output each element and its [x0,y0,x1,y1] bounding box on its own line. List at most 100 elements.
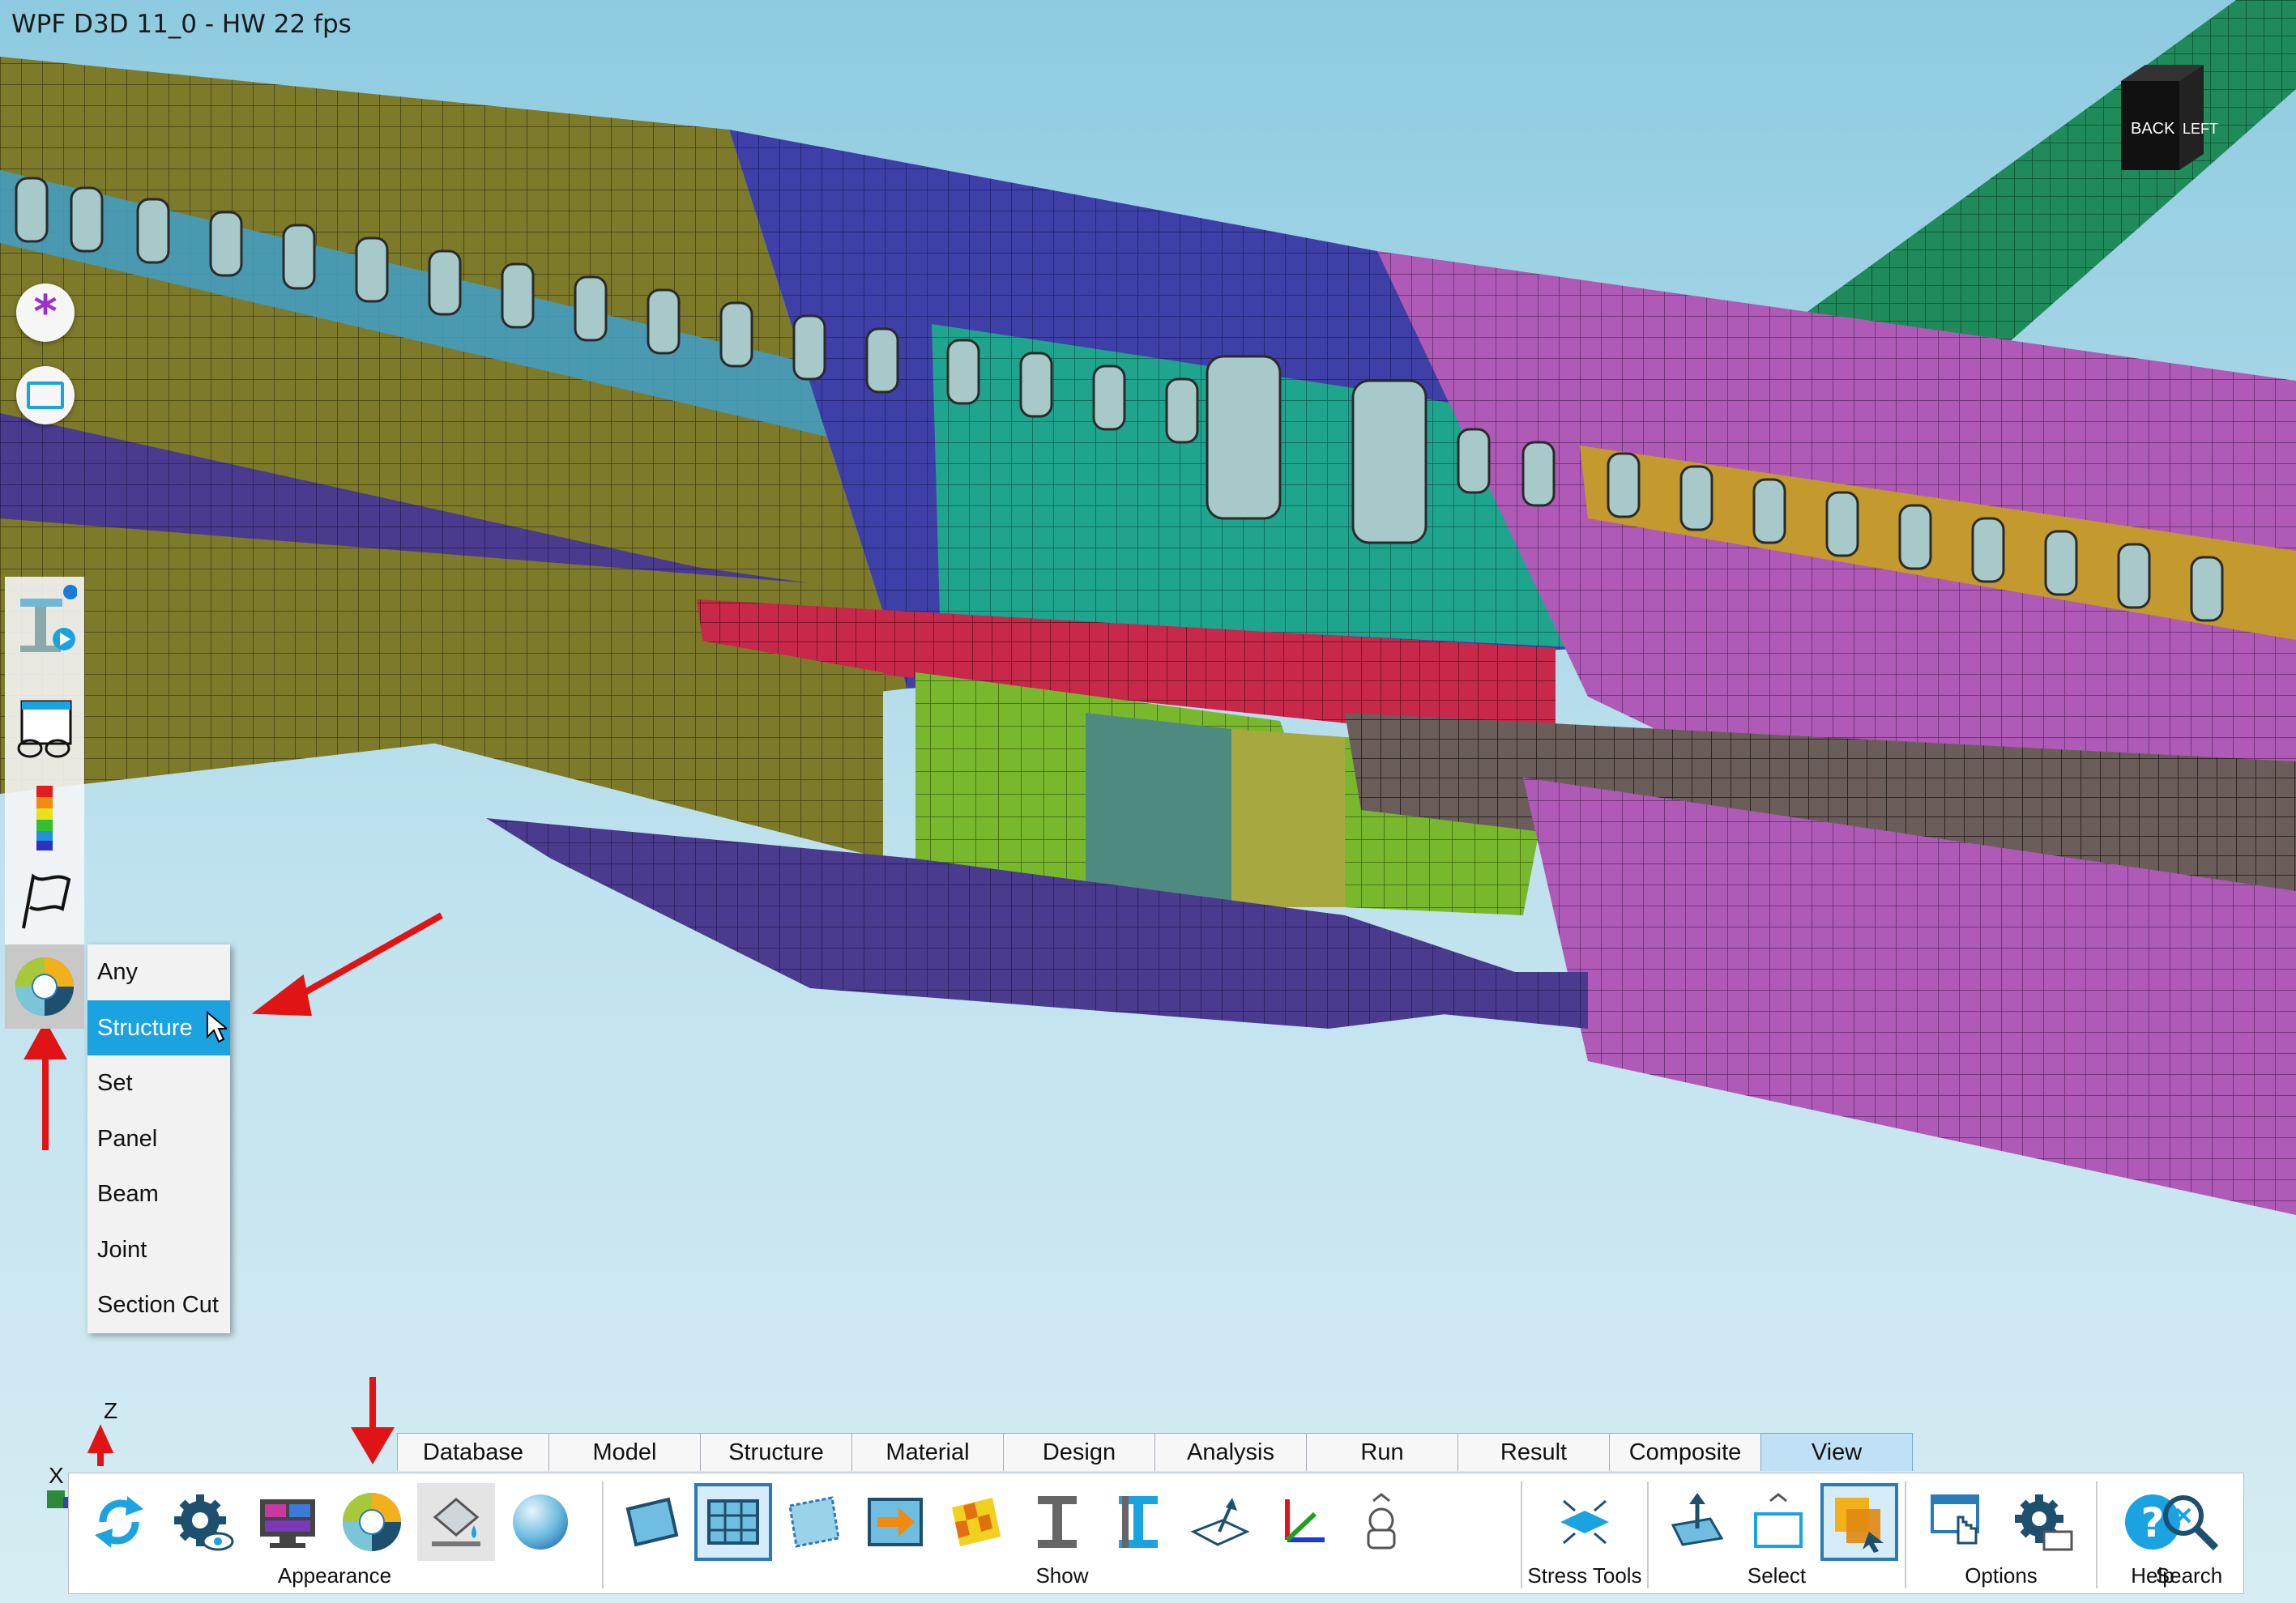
3d-viewport[interactable]: BACK LEFT [0,0,2296,1603]
sphere-icon [513,1494,568,1550]
select-structure-icon [1835,1498,1884,1553]
group-stress-tools: Stress Tools [1524,1473,1645,1593]
axes-icon [1285,1499,1325,1542]
display-button[interactable] [249,1483,326,1561]
menu-item-joint[interactable]: Joint [87,1222,230,1278]
flag-button[interactable] [5,859,84,943]
color-wheel-icon [343,1493,401,1551]
group-label-select: Select [1747,1563,1807,1588]
stress-tools-button[interactable] [1546,1483,1624,1561]
aircraft-fem-model[interactable]: BACK LEFT [0,0,2296,1603]
show-normal-button[interactable] [1180,1483,1258,1561]
search-icon [2163,1495,2219,1551]
show-beam-button[interactable] [1018,1483,1096,1561]
glasses-window-button[interactable] [5,689,84,773]
i-beam-icon [1038,1496,1077,1548]
menu-item-any[interactable]: Any [87,944,230,1000]
menu-item-section-cut[interactable]: Section Cut [87,1277,230,1333]
beam-play-button[interactable] [5,577,84,661]
select-rectangle-button[interactable] [1739,1483,1817,1561]
group-select: Select [1650,1473,1903,1593]
view-cube-left-label: LEFT [2183,121,2218,137]
tab-database[interactable]: Database [397,1433,549,1471]
ribbon-tabs: Database Model Structure Material Design Anal… [397,1433,1913,1473]
tab-material[interactable]: Material [851,1433,1004,1471]
color-legend-icon [36,786,53,851]
group-options: Options [1908,1473,2094,1593]
select-rect-icon [1754,1493,1803,1548]
axis-x-label: X [49,1463,64,1488]
color-by-menu: Any Structure Set Panel Beam Joint Section Cut [87,944,230,1333]
group-label-search: Search [2155,1563,2223,1588]
glasses-window-icon [17,700,72,758]
group-show: Show [605,1473,1519,1593]
select-structure-button[interactable] [1820,1483,1898,1561]
refresh-icon [95,1496,143,1548]
select-all-icon: * [33,286,58,339]
show-panel-button[interactable] [613,1483,691,1561]
tab-run[interactable]: Run [1306,1433,1458,1471]
group-label-show: Show [1035,1563,1089,1588]
mesh-icon [707,1499,759,1545]
group-label-stress-tools: Stress Tools [1527,1563,1642,1588]
ribbon-separator [602,1481,604,1588]
tab-view[interactable]: View [1760,1433,1913,1471]
tab-composite[interactable]: Composite [1609,1433,1761,1471]
tab-analysis[interactable]: Analysis [1154,1433,1307,1471]
flag-icon [22,873,71,929]
rectangle-select-button[interactable] [16,366,75,424]
show-contour-button[interactable] [937,1483,1015,1561]
fps-counter: WPF D3D 11_0 - HW 22 fps [11,10,352,39]
normal-vector-icon [1190,1498,1250,1546]
color-by-ribbon-button[interactable] [333,1483,411,1561]
color-legend-button[interactable] [5,776,84,860]
select-all-button[interactable]: * [16,284,75,342]
show-mesh-button[interactable] [694,1483,772,1561]
tab-design[interactable]: Design [1003,1433,1155,1471]
color-by-button[interactable] [5,944,84,1029]
ribbon-separator [1905,1481,1906,1588]
view-cube-back-label: BACK [2131,120,2175,138]
select-up-icon [1671,1493,1724,1546]
tab-result[interactable]: Result [1457,1433,1610,1471]
astronaut-icon [1367,1493,1396,1550]
stress-tools-icon [1560,1499,1609,1545]
group-appearance: Appearance [69,1473,600,1593]
beam-play-icon [20,585,77,652]
options-window-button[interactable] [1919,1483,1997,1561]
tab-model[interactable]: Model [548,1433,701,1471]
color-wheel-icon [15,957,74,1016]
show-coordinates-button[interactable] [1261,1483,1339,1561]
axis-z-label: Z [104,1398,118,1423]
rectangle-select-icon [27,382,64,409]
options-settings-button[interactable] [2005,1483,2083,1561]
show-profile-button[interactable] [1099,1483,1177,1561]
window-hand-icon [1931,1494,1979,1545]
gear-eye-icon [174,1494,234,1551]
fill-button[interactable] [417,1483,495,1561]
show-viewer-button[interactable] [1342,1483,1420,1561]
paint-bucket-icon [432,1498,480,1546]
checker-icon [952,1498,1001,1546]
select-elevate-button[interactable] [1658,1483,1736,1561]
monitor-icon [260,1499,315,1548]
show-grid-button[interactable] [775,1483,853,1561]
panel-icon [625,1497,679,1547]
refresh-button[interactable] [80,1483,158,1561]
group-label-appearance: Appearance [277,1563,392,1588]
view-settings-button[interactable] [164,1483,242,1561]
group-label-options: Options [1965,1563,2038,1588]
group-search: Search [2135,1473,2243,1593]
menu-item-panel[interactable]: Panel [87,1111,230,1167]
dotted-grid-icon [788,1496,840,1548]
search-button[interactable] [2151,1483,2229,1561]
ribbon-separator [1521,1481,1522,1588]
beam-profile-icon [1119,1496,1158,1548]
show-direction-button[interactable] [856,1483,934,1561]
tab-structure[interactable]: Structure [700,1433,852,1471]
menu-item-beam[interactable]: Beam [87,1166,230,1222]
gear-id-icon [2015,1494,2073,1551]
menu-item-set[interactable]: Set [87,1055,230,1111]
ribbon-separator [2096,1481,2098,1588]
shading-button[interactable] [501,1483,579,1561]
